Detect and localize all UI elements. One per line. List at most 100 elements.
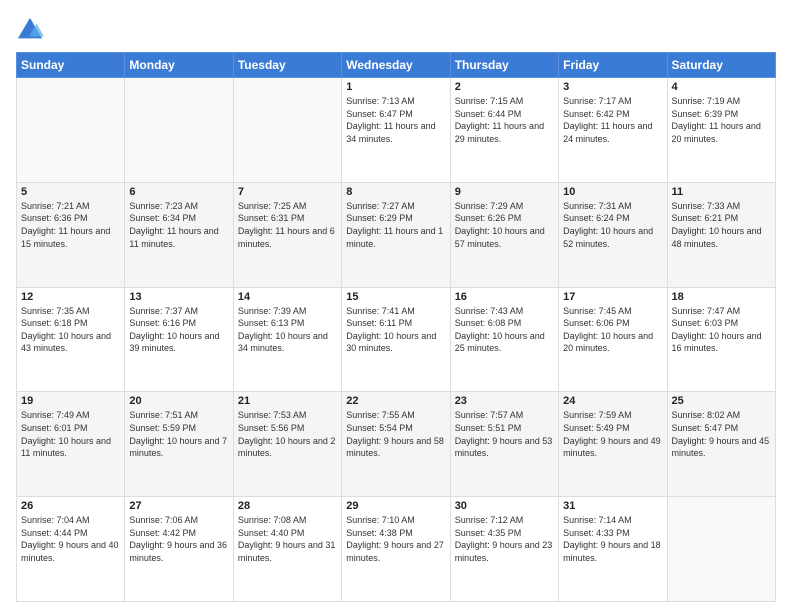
day-number: 25	[672, 395, 771, 407]
day-header-friday: Friday	[559, 53, 667, 78]
header	[16, 12, 776, 44]
day-number: 13	[129, 291, 228, 303]
day-number: 10	[563, 186, 662, 198]
day-info: Sunrise: 7:59 AMSunset: 5:49 PMDaylight:…	[563, 409, 662, 459]
calendar-cell: 7Sunrise: 7:25 AMSunset: 6:31 PMDaylight…	[233, 182, 341, 287]
calendar-week-1: 1 Sunrise: 7:13 AMSunset: 6:47 PMDaylight…	[17, 78, 776, 183]
calendar-cell: 15 Sunrise: 7:41 AMSunset: 6:11 PMDayligh…	[342, 287, 450, 392]
day-number: 8	[346, 186, 445, 198]
day-info: Sunrise: 7:06 AMSunset: 4:42 PMDaylight:…	[129, 514, 228, 564]
day-number: 12	[21, 291, 120, 303]
day-number: 3	[563, 81, 662, 93]
day-header-saturday: Saturday	[667, 53, 775, 78]
day-header-wednesday: Wednesday	[342, 53, 450, 78]
calendar-cell: 14 Sunrise: 7:39 AMSunset: 6:13 PMDayligh…	[233, 287, 341, 392]
day-number: 19	[21, 395, 120, 407]
calendar-cell: 10 Sunrise: 7:31 AMSunset: 6:24 PMDayligh…	[559, 182, 667, 287]
day-header-tuesday: Tuesday	[233, 53, 341, 78]
calendar-week-4: 19Sunrise: 7:49 AMSunset: 6:01 PMDayligh…	[17, 392, 776, 497]
day-info: Sunrise: 7:57 AMSunset: 5:51 PMDaylight:…	[455, 409, 554, 459]
day-info: Sunrise: 7:47 AMSunset: 6:03 PMDaylight:…	[672, 305, 771, 355]
day-number: 9	[455, 186, 554, 198]
day-number: 20	[129, 395, 228, 407]
calendar-cell: 27 Sunrise: 7:06 AMSunset: 4:42 PMDayligh…	[125, 497, 233, 602]
calendar-cell: 6 Sunrise: 7:23 AMSunset: 6:34 PMDaylight…	[125, 182, 233, 287]
day-number: 24	[563, 395, 662, 407]
day-number: 21	[238, 395, 337, 407]
calendar-cell: 12 Sunrise: 7:35 AMSunset: 6:18 PMDayligh…	[17, 287, 125, 392]
page: SundayMondayTuesdayWednesdayThursdayFrid…	[0, 0, 792, 612]
day-info: Sunrise: 7:43 AMSunset: 6:08 PMDaylight:…	[455, 305, 554, 355]
calendar-cell: 4 Sunrise: 7:19 AMSunset: 6:39 PMDaylight…	[667, 78, 775, 183]
calendar-cell: 23 Sunrise: 7:57 AMSunset: 5:51 PMDayligh…	[450, 392, 558, 497]
day-header-sunday: Sunday	[17, 53, 125, 78]
day-number: 5	[21, 186, 120, 198]
day-info: Sunrise: 7:13 AMSunset: 6:47 PMDaylight:…	[346, 95, 445, 145]
day-info: Sunrise: 7:21 AMSunset: 6:36 PMDaylight:…	[21, 200, 120, 250]
calendar-cell: 8 Sunrise: 7:27 AMSunset: 6:29 PMDaylight…	[342, 182, 450, 287]
day-header-thursday: Thursday	[450, 53, 558, 78]
calendar-cell: 24 Sunrise: 7:59 AMSunset: 5:49 PMDayligh…	[559, 392, 667, 497]
calendar-cell: 1 Sunrise: 7:13 AMSunset: 6:47 PMDaylight…	[342, 78, 450, 183]
calendar-cell: 21 Sunrise: 7:53 AMSunset: 5:56 PMDayligh…	[233, 392, 341, 497]
day-number: 22	[346, 395, 445, 407]
calendar-cell: 28 Sunrise: 7:08 AMSunset: 4:40 PMDayligh…	[233, 497, 341, 602]
calendar-cell	[667, 497, 775, 602]
calendar-cell: 13 Sunrise: 7:37 AMSunset: 6:16 PMDayligh…	[125, 287, 233, 392]
calendar-cell: 31Sunrise: 7:14 AMSunset: 4:33 PMDayligh…	[559, 497, 667, 602]
calendar-cell: 25Sunrise: 8:02 AMSunset: 5:47 PMDayligh…	[667, 392, 775, 497]
day-info: Sunrise: 7:41 AMSunset: 6:11 PMDaylight:…	[346, 305, 445, 355]
calendar-cell: 20 Sunrise: 7:51 AMSunset: 5:59 PMDayligh…	[125, 392, 233, 497]
day-info: Sunrise: 7:17 AMSunset: 6:42 PMDaylight:…	[563, 95, 662, 145]
day-number: 30	[455, 500, 554, 512]
calendar-header-row: SundayMondayTuesdayWednesdayThursdayFrid…	[17, 53, 776, 78]
day-number: 28	[238, 500, 337, 512]
day-info: Sunrise: 7:53 AMSunset: 5:56 PMDaylight:…	[238, 409, 337, 459]
day-number: 1	[346, 81, 445, 93]
logo-icon	[16, 16, 44, 44]
calendar-week-2: 5 Sunrise: 7:21 AMSunset: 6:36 PMDaylight…	[17, 182, 776, 287]
day-number: 23	[455, 395, 554, 407]
day-info: Sunrise: 7:08 AMSunset: 4:40 PMDaylight:…	[238, 514, 337, 564]
calendar-cell: 30 Sunrise: 7:12 AMSunset: 4:35 PMDayligh…	[450, 497, 558, 602]
day-header-monday: Monday	[125, 53, 233, 78]
day-number: 16	[455, 291, 554, 303]
day-info: Sunrise: 7:04 AMSunset: 4:44 PMDaylight:…	[21, 514, 120, 564]
day-number: 14	[238, 291, 337, 303]
day-number: 17	[563, 291, 662, 303]
day-info: Sunrise: 7:23 AMSunset: 6:34 PMDaylight:…	[129, 200, 228, 250]
calendar-cell: 2 Sunrise: 7:15 AMSunset: 6:44 PMDaylight…	[450, 78, 558, 183]
calendar-cell	[125, 78, 233, 183]
day-number: 27	[129, 500, 228, 512]
day-info: Sunrise: 7:29 AMSunset: 6:26 PMDaylight:…	[455, 200, 554, 250]
calendar-cell: 9 Sunrise: 7:29 AMSunset: 6:26 PMDaylight…	[450, 182, 558, 287]
day-info: Sunrise: 7:35 AMSunset: 6:18 PMDaylight:…	[21, 305, 120, 355]
day-number: 26	[21, 500, 120, 512]
day-number: 15	[346, 291, 445, 303]
day-info: Sunrise: 7:37 AMSunset: 6:16 PMDaylight:…	[129, 305, 228, 355]
logo	[16, 16, 48, 44]
calendar-week-3: 12 Sunrise: 7:35 AMSunset: 6:18 PMDayligh…	[17, 287, 776, 392]
day-number: 6	[129, 186, 228, 198]
day-info: Sunrise: 7:51 AMSunset: 5:59 PMDaylight:…	[129, 409, 228, 459]
day-info: Sunrise: 7:31 AMSunset: 6:24 PMDaylight:…	[563, 200, 662, 250]
calendar-cell: 16 Sunrise: 7:43 AMSunset: 6:08 PMDayligh…	[450, 287, 558, 392]
day-info: Sunrise: 7:27 AMSunset: 6:29 PMDaylight:…	[346, 200, 445, 250]
day-number: 29	[346, 500, 445, 512]
day-info: Sunrise: 7:39 AMSunset: 6:13 PMDaylight:…	[238, 305, 337, 355]
calendar-cell: 5 Sunrise: 7:21 AMSunset: 6:36 PMDaylight…	[17, 182, 125, 287]
day-number: 2	[455, 81, 554, 93]
day-info: Sunrise: 7:10 AMSunset: 4:38 PMDaylight:…	[346, 514, 445, 564]
calendar-week-5: 26 Sunrise: 7:04 AMSunset: 4:44 PMDayligh…	[17, 497, 776, 602]
calendar-cell	[17, 78, 125, 183]
day-info: Sunrise: 7:33 AMSunset: 6:21 PMDaylight:…	[672, 200, 771, 250]
day-info: Sunrise: 7:25 AMSunset: 6:31 PMDaylight:…	[238, 200, 337, 250]
day-info: Sunrise: 7:19 AMSunset: 6:39 PMDaylight:…	[672, 95, 771, 145]
day-number: 11	[672, 186, 771, 198]
day-info: Sunrise: 7:12 AMSunset: 4:35 PMDaylight:…	[455, 514, 554, 564]
day-info: Sunrise: 7:45 AMSunset: 6:06 PMDaylight:…	[563, 305, 662, 355]
day-number: 4	[672, 81, 771, 93]
calendar-cell: 26 Sunrise: 7:04 AMSunset: 4:44 PMDayligh…	[17, 497, 125, 602]
day-info: Sunrise: 7:15 AMSunset: 6:44 PMDaylight:…	[455, 95, 554, 145]
calendar-cell: 29 Sunrise: 7:10 AMSunset: 4:38 PMDayligh…	[342, 497, 450, 602]
